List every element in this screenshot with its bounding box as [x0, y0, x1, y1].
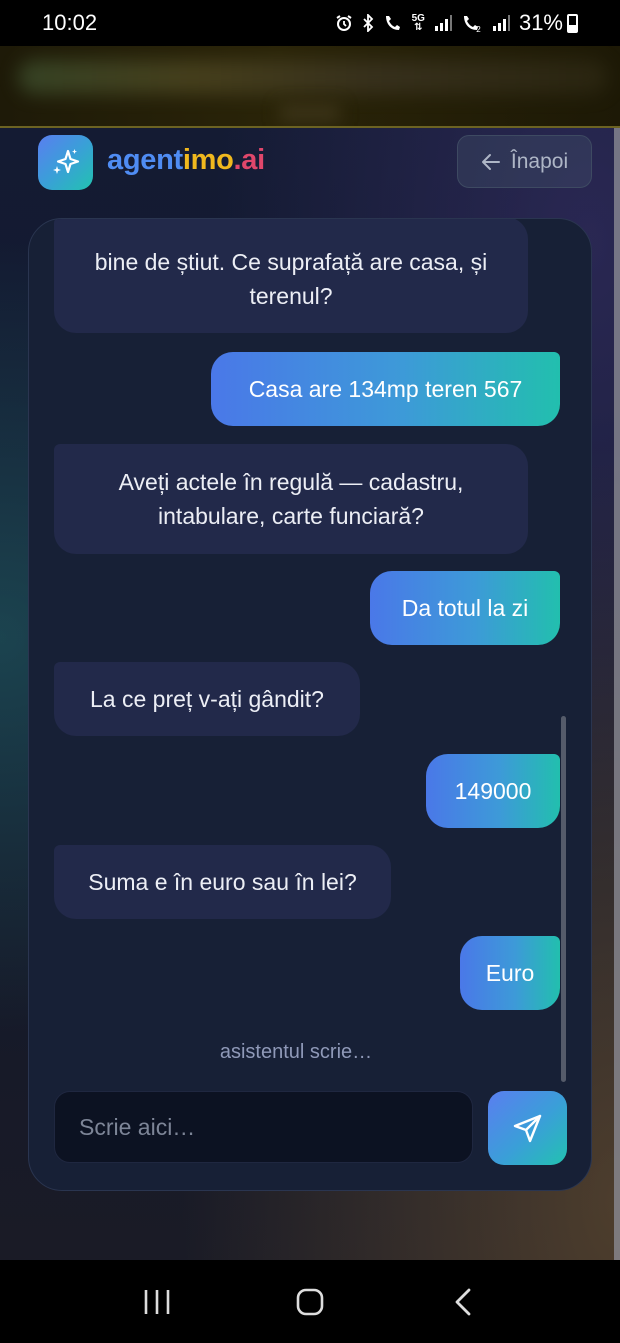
wifi-call-icon — [385, 16, 400, 30]
chat-scrollbar[interactable] — [561, 716, 566, 1082]
signal-icon — [434, 15, 452, 31]
fiveg-indicator: 5G ⇅ — [412, 14, 425, 33]
brand-part-agent: agent — [107, 144, 183, 176]
message-user: Da totul la zi — [370, 571, 560, 645]
message-assistant: La ce preț v-ați gândit? — [54, 662, 360, 736]
status-time: 10:02 — [42, 10, 98, 35]
message-input[interactable] — [79, 1113, 448, 1141]
message-assistant: Aveți actele în regulă — cadastru, intab… — [54, 444, 528, 554]
message-list[interactable]: bine de știut. Ce suprafață are casa, și… — [29, 219, 591, 1082]
notification-blurred-detail — [280, 104, 340, 122]
brand-name: agentimo.ai — [107, 144, 265, 177]
notification-banner[interactable] — [0, 46, 620, 128]
back-button[interactable]: Înapoi — [457, 135, 592, 188]
chat-card: bine de știut. Ce suprafață are casa, și… — [28, 218, 592, 1191]
battery-percent: 31% — [518, 10, 563, 35]
message-user: Euro — [460, 936, 560, 1010]
sparkles-icon — [52, 148, 79, 174]
signal-icon-2 — [492, 15, 510, 31]
recent-apps-icon — [144, 1289, 169, 1314]
fiveg-arrows: ⇅ — [414, 22, 423, 33]
alarm-icon — [336, 15, 352, 31]
home-icon — [296, 1288, 324, 1315]
home-button[interactable] — [280, 1272, 340, 1332]
back-button-label: Înapoi — [510, 149, 569, 173]
page-scrollbar[interactable] — [614, 128, 620, 1260]
status-bar: 10:02 5G ⇅ 2 31% — [0, 0, 620, 46]
chevron-left-icon — [455, 1288, 471, 1315]
back-nav-button[interactable] — [433, 1272, 493, 1332]
recent-apps-button[interactable] — [127, 1272, 187, 1332]
typing-indicator: asistentul scrie… — [219, 1041, 373, 1063]
message-user: 149000 — [426, 754, 560, 828]
logo — [38, 135, 93, 190]
battery-indicator: 31% — [519, 10, 578, 36]
message-assistant: Suma e în euro sau în lei? — [54, 845, 391, 919]
notification-blurred-content — [18, 60, 608, 94]
message-user: Casa are 134mp teren 567 — [211, 352, 560, 426]
svg-text:2: 2 — [476, 25, 481, 32]
app-area: agentimo.ai Înapoi bine de știut. Ce sup… — [0, 128, 620, 1260]
message-assistant: bine de știut. Ce suprafață are casa, și… — [54, 219, 528, 333]
arrow-left-icon — [481, 153, 500, 170]
battery-icon — [567, 13, 578, 33]
send-icon — [513, 1114, 541, 1143]
message-input-container[interactable] — [54, 1091, 473, 1163]
status-icons: 5G ⇅ 2 31% — [335, 10, 578, 36]
bluetooth-icon — [362, 14, 373, 32]
navigation-bar — [0, 1260, 620, 1343]
send-button[interactable] — [488, 1091, 567, 1165]
brand-part-ai: .ai — [233, 144, 266, 176]
brand-part-imo: imo — [182, 144, 234, 176]
volte-call-icon: 2 — [463, 16, 481, 32]
